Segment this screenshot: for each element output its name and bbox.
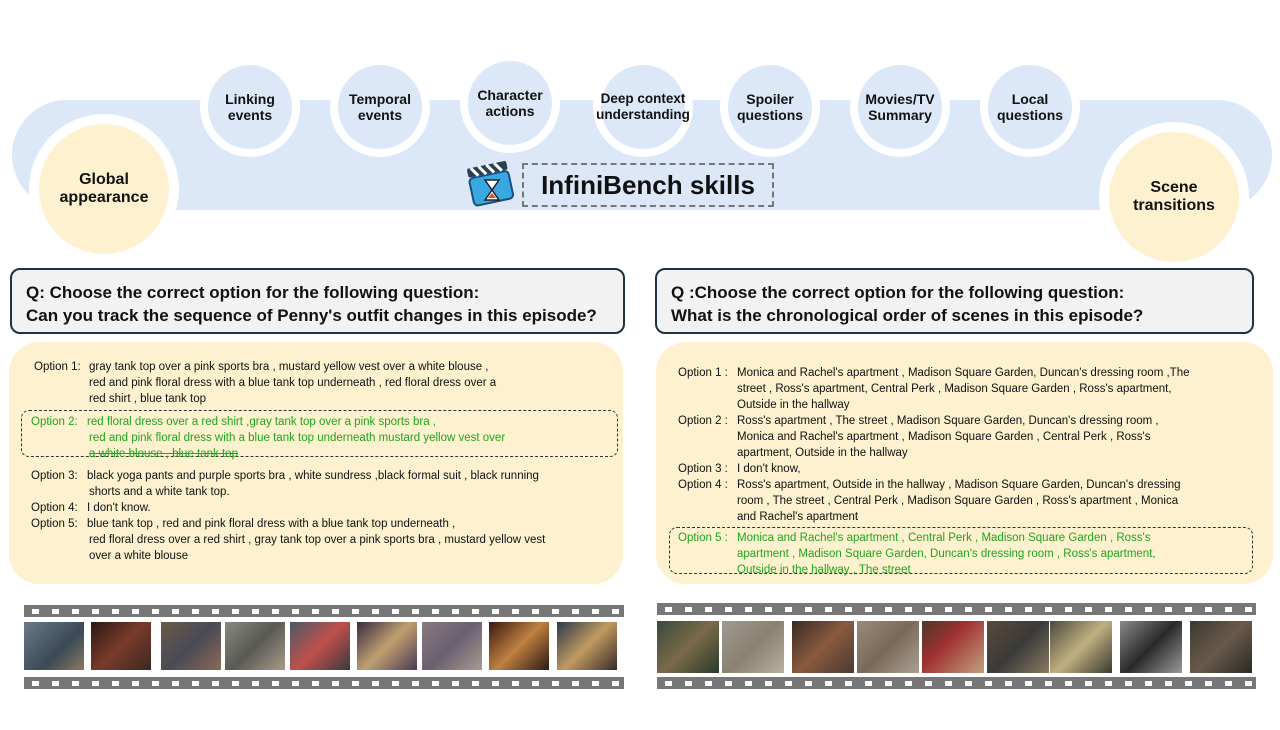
left-option-3-line-1: black yoga pants and purple sports bra ,…	[87, 470, 539, 482]
left-option-5-line-3: over a white blouse	[89, 550, 189, 562]
left-option-2-label: Option 2:	[31, 416, 78, 428]
film-frame	[792, 621, 854, 673]
left-option-4-line-1: I don't know.	[87, 502, 151, 514]
film-frame	[657, 621, 719, 673]
right-question-line-2: What is the chronological order of scene…	[671, 306, 1144, 325]
film-frame	[24, 622, 84, 670]
right-option-5-line-2: apartment , Madison Square Garden, Dunca…	[737, 548, 1156, 560]
clapperboard-hourglass-icon	[467, 161, 515, 207]
right-option-2-line-1: Ross's apartment , The street , Madison …	[737, 415, 1159, 427]
film-frame	[1050, 621, 1112, 673]
skill-linking-events: Linking events	[200, 57, 300, 157]
left-option-3-label: Option 3:	[31, 470, 78, 482]
skill-temporal-events: Temporal events	[330, 57, 430, 157]
right-option-4-line-1: Ross's apartment, Outside in the hallway…	[737, 479, 1181, 491]
left-option-2-line-1: red floral dress over a red shirt ,gray …	[87, 416, 436, 428]
left-option-3-line-2: shorts and a white tank top.	[89, 486, 230, 498]
right-option-4-line-3: and Rachel's apartment	[737, 511, 859, 523]
right-option-3-label: Option 3 :	[678, 463, 728, 475]
film-frame	[987, 621, 1049, 673]
left-option-1-line-1: gray tank top over a pink sports bra , m…	[89, 361, 489, 373]
skill-character-actions: Character actions	[460, 53, 560, 153]
film-frame	[422, 622, 482, 670]
skill-spoiler-questions: Spoiler questions	[720, 57, 820, 157]
left-question-line-1: Q: Choose the correct option for the fol…	[26, 283, 480, 302]
right-question-box: Q :Choose the correct option for the fol…	[655, 268, 1254, 334]
right-option-2-line-2: Monica and Rachel's apartment , Madison …	[737, 431, 1151, 443]
right-option-5-line-1: Monica and Rachel's apartment , Central …	[737, 532, 1151, 544]
left-option-5-label: Option 5:	[31, 518, 78, 530]
infinibench-title: InfiniBench skills	[522, 163, 774, 207]
right-option-5-label: Option 5 :	[678, 532, 728, 544]
right-film-rail-bottom	[657, 677, 1256, 689]
right-option-5-line-3: Outside in the hallway , The street	[737, 564, 911, 576]
skill-local-questions: Local questions	[980, 57, 1080, 157]
skill-scene-transitions: Scene transitions	[1099, 122, 1249, 272]
right-option-2-line-3: apartment, Outside in the hallway	[737, 447, 908, 459]
skill-global-appearance: Global appearance	[29, 114, 179, 264]
left-option-2-line-2: red and pink floral dress with a blue ta…	[89, 432, 506, 444]
left-question-box: Q: Choose the correct option for the fol…	[10, 268, 625, 334]
right-option-4-label: Option 4 :	[678, 479, 728, 491]
right-option-3-line-1: I don't know,	[737, 463, 801, 475]
right-option-2-label: Option 2 :	[678, 415, 728, 427]
left-option-2-line-3: a white blouse , blue tank top	[89, 448, 238, 460]
film-frame	[161, 622, 221, 670]
left-option-1-label: Option 1:	[34, 361, 81, 373]
right-option-1-line-1: Monica and Rachel's apartment , Madison …	[737, 367, 1190, 379]
film-frame	[1190, 621, 1252, 673]
skill-deep-context: Deep context understanding	[593, 57, 693, 157]
left-option-4-label: Option 4:	[31, 502, 78, 514]
film-frame	[557, 622, 617, 670]
film-frame	[489, 622, 549, 670]
skill-summary: Movies/TV Summary	[850, 57, 950, 157]
right-option-4-line-2: room , The street , Central Perk , Madis…	[737, 495, 1179, 507]
film-frame	[722, 621, 784, 673]
left-option-1-line-2: red and pink floral dress with a blue ta…	[89, 377, 497, 389]
film-frame	[922, 621, 984, 673]
film-frame	[290, 622, 350, 670]
left-question-line-2: Can you track the sequence of Penny's ou…	[26, 306, 597, 325]
right-question-line-1: Q :Choose the correct option for the fol…	[671, 283, 1125, 302]
left-film-rail-bottom	[24, 677, 624, 689]
film-frame	[225, 622, 285, 670]
right-film-rail-top	[657, 603, 1256, 615]
film-frame	[1120, 621, 1182, 673]
right-option-1-line-3: Outside in the hallway	[737, 399, 850, 411]
film-frame	[91, 622, 151, 670]
left-film-rail-top	[24, 605, 624, 617]
left-option-5-line-2: red floral dress over a red shirt , gray…	[89, 534, 546, 546]
left-option-1-line-3: red shirt , blue tank top	[89, 393, 206, 405]
left-option-5-line-1: blue tank top , red and pink floral dres…	[87, 518, 456, 530]
right-option-1-label: Option 1 :	[678, 367, 728, 379]
film-frame	[857, 621, 919, 673]
right-option-1-line-2: street , Ross's apartment, Central Perk …	[737, 383, 1172, 395]
film-frame	[357, 622, 417, 670]
